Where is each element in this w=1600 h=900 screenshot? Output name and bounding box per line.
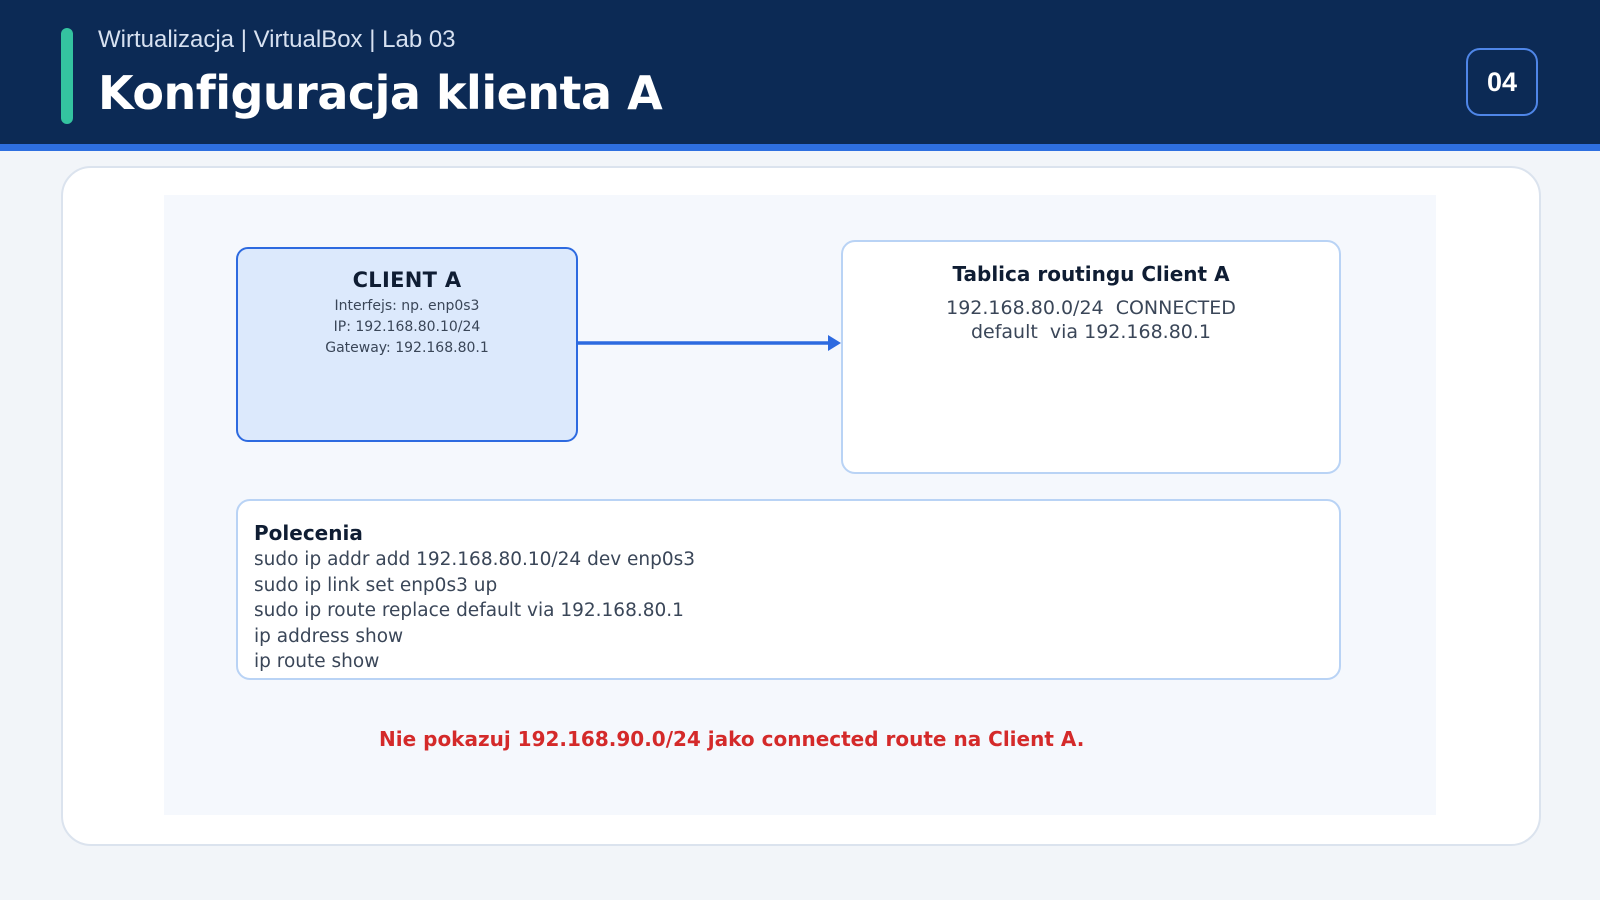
routing-table-node: Tablica routingu Client A 192.168.80.0/2… [841,240,1341,474]
commands-panel: Polecenia sudo ip addr add 192.168.80.10… [236,499,1341,680]
breadcrumb: Wirtualizacja | VirtualBox | Lab 03 [98,26,456,53]
client-a-node: CLIENT A Interfejs: np. enp0s3 IP: 192.1… [236,247,578,442]
accent-bar [61,28,73,124]
command-line: ip address show [254,625,404,647]
warning-note: Nie pokazuj 192.168.90.0/24 jako connect… [379,727,1085,751]
commands-title: Polecenia [254,521,363,545]
command-line: ip route show [254,651,380,672]
command-line: sudo ip route replace default via 192.16… [254,600,684,621]
routing-row: 192.168.80.0/24 CONNECTED [946,297,1236,319]
client-ip: IP: 192.168.80.10/24 [333,319,481,335]
header-underline [0,144,1600,151]
routing-title: Tablica routingu Client A [952,262,1230,286]
command-line: sudo ip link set enp0s3 up [254,574,498,596]
command-line: sudo ip addr add 192.168.80.10/24 dev en… [254,549,696,570]
routing-row: default via 192.168.80.1 [970,321,1212,343]
page-number-badge: 04 [1466,48,1538,116]
client-gateway: Gateway: 192.168.80.1 [325,340,489,356]
client-interface: Interfejs: np. enp0s3 [334,298,480,314]
page-title: Konfiguracja klienta A [98,66,663,120]
client-title: CLIENT A [352,268,462,292]
